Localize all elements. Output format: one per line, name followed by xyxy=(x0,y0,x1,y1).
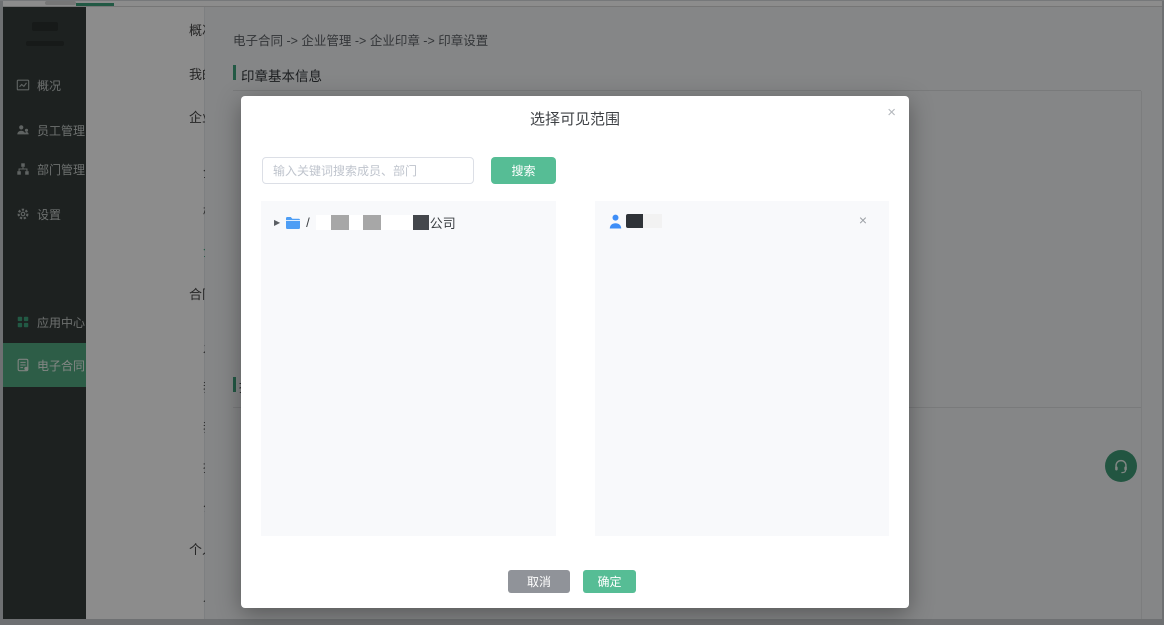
redacted-member-name xyxy=(626,214,662,228)
cancel-button[interactable]: 取消 xyxy=(508,570,570,593)
search-button[interactable]: 搜索 xyxy=(491,157,556,184)
redacted-company-name xyxy=(316,215,429,230)
redaction-block xyxy=(363,215,381,230)
search-input[interactable] xyxy=(262,157,474,184)
redaction-block xyxy=(381,215,413,230)
tree-node-company-root[interactable]: ▶ / 公司 xyxy=(274,213,456,232)
redaction-block xyxy=(316,215,331,230)
redaction-block xyxy=(626,214,643,228)
redaction-block xyxy=(643,214,662,228)
folder-icon xyxy=(285,216,301,229)
expand-arrow-icon[interactable]: ▶ xyxy=(274,218,280,227)
confirm-button[interactable]: 确定 xyxy=(583,570,636,593)
redaction-block xyxy=(349,215,363,230)
select-visibility-scope-dialog: 选择可见范围 × 搜索 ▶ / 公司 xyxy=(241,96,909,608)
tree-node-prefix: / xyxy=(306,215,310,230)
dialog-title: 选择可见范围 xyxy=(241,108,909,129)
redaction-block xyxy=(413,215,429,230)
person-icon xyxy=(609,214,622,229)
tree-node-suffix: 公司 xyxy=(430,213,456,232)
selected-members-panel: × xyxy=(595,201,889,536)
org-tree-panel: ▶ / 公司 xyxy=(261,201,556,536)
close-icon[interactable]: × xyxy=(887,105,896,120)
redaction-block xyxy=(331,215,349,230)
app-window: 概况 员工管理 部门管理 设置 应用中心 xyxy=(0,0,1164,625)
selected-member-row xyxy=(609,212,889,230)
remove-member-icon[interactable]: × xyxy=(859,213,867,227)
